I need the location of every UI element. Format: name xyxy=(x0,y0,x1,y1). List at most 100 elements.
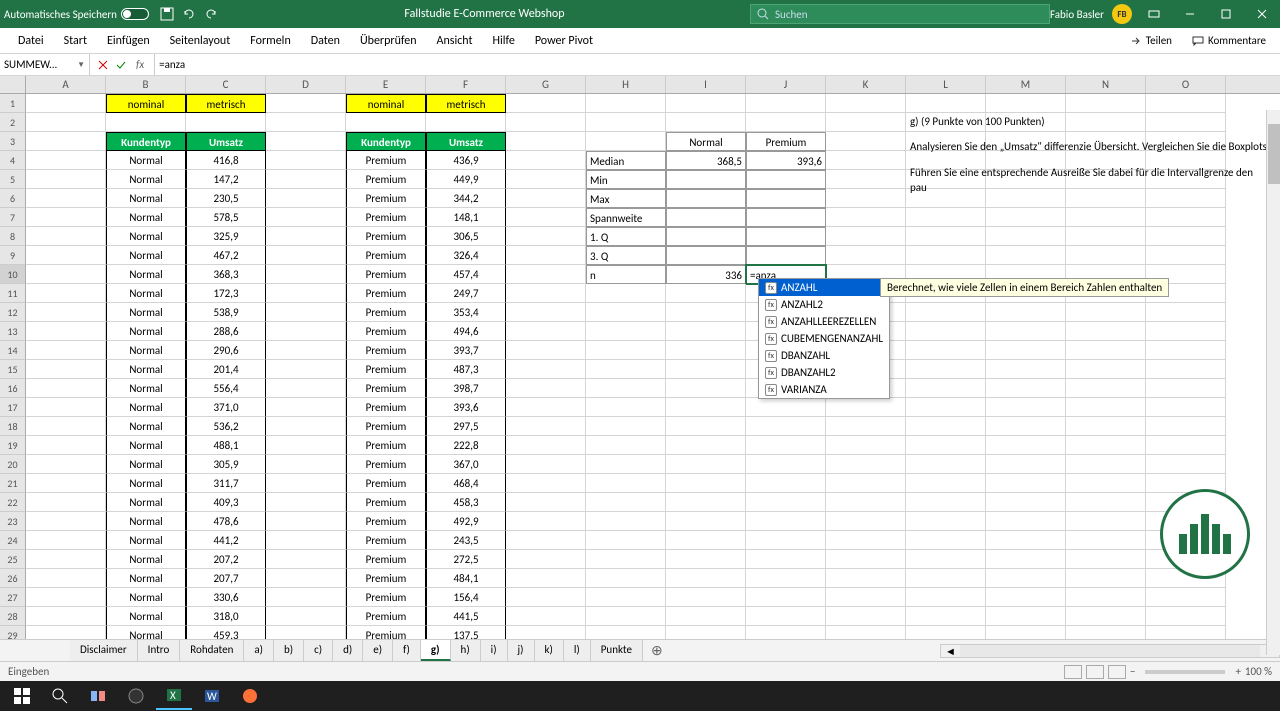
row-header[interactable]: 16 xyxy=(0,379,26,398)
cell[interactable] xyxy=(826,170,906,189)
cell[interactable] xyxy=(1066,94,1146,113)
row-header[interactable]: 4 xyxy=(0,151,26,170)
close-button[interactable] xyxy=(1248,0,1276,28)
tab-daten[interactable]: Daten xyxy=(301,30,350,52)
cell[interactable] xyxy=(506,626,586,639)
cell[interactable]: Premium xyxy=(346,360,426,379)
cell[interactable] xyxy=(746,626,826,639)
cell[interactable] xyxy=(666,588,746,607)
cell[interactable] xyxy=(1066,227,1146,246)
cell[interactable] xyxy=(906,417,986,436)
cell[interactable]: Premium xyxy=(346,208,426,227)
cell[interactable]: 398,7 xyxy=(426,379,506,398)
cell[interactable] xyxy=(826,132,906,151)
cell[interactable] xyxy=(266,94,346,113)
cell[interactable] xyxy=(506,227,586,246)
cell[interactable] xyxy=(266,284,346,303)
cell[interactable]: 441,5 xyxy=(426,607,506,626)
cell[interactable] xyxy=(506,550,586,569)
view-break-icon[interactable] xyxy=(1108,665,1126,679)
cell[interactable] xyxy=(26,360,106,379)
cell[interactable] xyxy=(986,379,1066,398)
cell[interactable] xyxy=(1066,303,1146,322)
cell[interactable] xyxy=(586,474,666,493)
cell[interactable] xyxy=(26,398,106,417)
cell[interactable] xyxy=(666,246,746,265)
sheet-tab[interactable]: c) xyxy=(304,640,333,661)
cell[interactable]: Premium xyxy=(346,379,426,398)
cell[interactable]: 492,9 xyxy=(426,512,506,531)
cell[interactable]: Normal xyxy=(106,170,186,189)
cell[interactable]: 353,4 xyxy=(426,303,506,322)
cell[interactable] xyxy=(906,607,986,626)
cell[interactable] xyxy=(666,626,746,639)
cell[interactable]: Premium xyxy=(346,417,426,436)
cell[interactable] xyxy=(266,436,346,455)
cell[interactable]: Normal xyxy=(106,265,186,284)
row-header[interactable]: 24 xyxy=(0,531,26,550)
cell[interactable] xyxy=(506,474,586,493)
cell[interactable] xyxy=(986,322,1066,341)
cell[interactable] xyxy=(906,588,986,607)
cell[interactable] xyxy=(1146,626,1226,639)
cell[interactable]: Normal xyxy=(106,607,186,626)
cell[interactable]: 467,2 xyxy=(186,246,266,265)
cell[interactable] xyxy=(506,170,586,189)
cell[interactable] xyxy=(906,550,986,569)
cell[interactable]: 441,2 xyxy=(186,531,266,550)
cell[interactable] xyxy=(906,569,986,588)
start-button[interactable] xyxy=(4,682,40,710)
cell[interactable] xyxy=(986,569,1066,588)
cell[interactable] xyxy=(1146,360,1226,379)
cell[interactable] xyxy=(986,94,1066,113)
sheet-tab[interactable]: h) xyxy=(451,640,481,661)
cell[interactable] xyxy=(666,493,746,512)
cell[interactable]: Premium xyxy=(346,189,426,208)
cell[interactable] xyxy=(986,493,1066,512)
cell[interactable] xyxy=(666,284,746,303)
cell[interactable] xyxy=(666,341,746,360)
cell[interactable] xyxy=(826,569,906,588)
cell[interactable]: Premium xyxy=(346,493,426,512)
cell[interactable] xyxy=(746,550,826,569)
cell[interactable] xyxy=(266,626,346,639)
cell[interactable] xyxy=(586,360,666,379)
worksheet-grid[interactable]: 1234567891011121314151617181920212223242… xyxy=(0,94,1280,639)
row-header[interactable]: 11 xyxy=(0,284,26,303)
cell[interactable]: 3. Q xyxy=(586,246,666,265)
cell[interactable] xyxy=(506,265,586,284)
cell[interactable]: Normal xyxy=(106,341,186,360)
cell[interactable]: 556,4 xyxy=(186,379,266,398)
cell[interactable] xyxy=(1066,208,1146,227)
cell[interactable]: Premium xyxy=(346,398,426,417)
row-header[interactable]: 29 xyxy=(0,626,26,639)
horizontal-scrollbar[interactable]: ◄► xyxy=(940,644,1280,658)
cell[interactable] xyxy=(906,398,986,417)
cell[interactable] xyxy=(26,151,106,170)
cell[interactable]: 393,7 xyxy=(426,341,506,360)
cell[interactable] xyxy=(666,360,746,379)
fx-icon[interactable]: fx xyxy=(132,58,148,71)
cell[interactable] xyxy=(746,531,826,550)
cell[interactable] xyxy=(1146,208,1226,227)
cell[interactable] xyxy=(506,246,586,265)
cell[interactable]: Umsatz xyxy=(186,132,266,151)
column-header[interactable]: N xyxy=(1066,76,1146,93)
cell[interactable] xyxy=(586,94,666,113)
cell[interactable] xyxy=(586,455,666,474)
cell[interactable] xyxy=(26,246,106,265)
cell[interactable] xyxy=(506,322,586,341)
cell[interactable] xyxy=(1066,474,1146,493)
cell[interactable] xyxy=(906,493,986,512)
cell[interactable] xyxy=(986,550,1066,569)
row-header[interactable]: 3 xyxy=(0,132,26,151)
cell[interactable] xyxy=(506,379,586,398)
row-header[interactable]: 15 xyxy=(0,360,26,379)
sheet-tab[interactable]: f) xyxy=(393,640,421,661)
cell[interactable] xyxy=(586,417,666,436)
zoom-level[interactable]: 100 % xyxy=(1245,665,1272,678)
cell[interactable]: Normal xyxy=(106,512,186,531)
cell[interactable]: 468,4 xyxy=(426,474,506,493)
cell[interactable]: 172,3 xyxy=(186,284,266,303)
cell[interactable] xyxy=(266,151,346,170)
